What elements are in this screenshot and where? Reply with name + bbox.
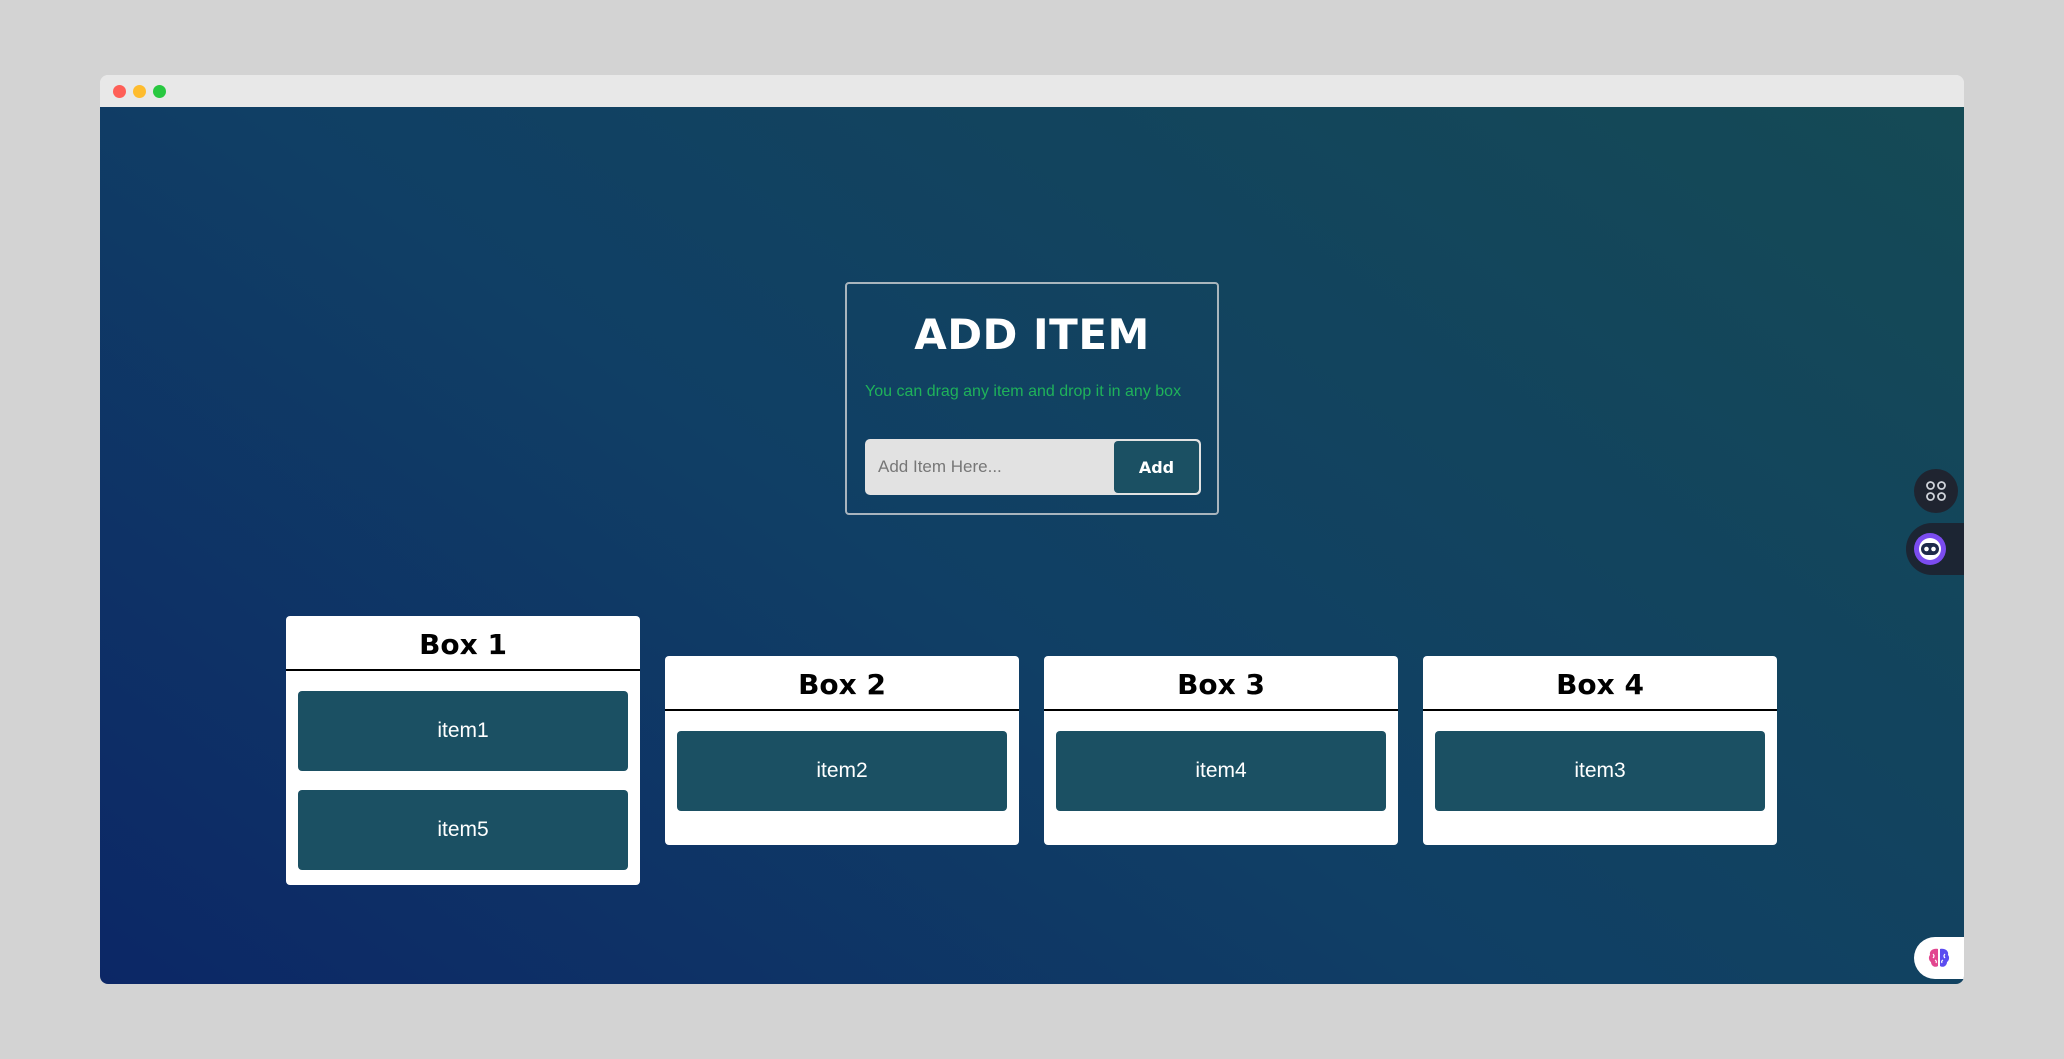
drag-drop-hint: You can drag any item and drop it in any… — [865, 383, 1182, 400]
draggable-item[interactable]: item2 — [677, 731, 1007, 811]
box-title: Box 1 — [286, 616, 640, 671]
page-viewport: ADD ITEM You can drag any item and drop … — [100, 107, 1964, 984]
box-2[interactable]: Box 2 item2 — [665, 656, 1019, 845]
box-title: Box 4 — [1423, 656, 1777, 711]
add-item-form: Add — [865, 439, 1201, 495]
add-item-input[interactable] — [865, 439, 1109, 495]
close-window-button[interactable] — [113, 85, 126, 98]
extension-brain-button[interactable] — [1914, 937, 1964, 979]
extension-assistant-button[interactable] — [1906, 523, 1964, 575]
draggable-item[interactable]: item4 — [1056, 731, 1386, 811]
brain-icon — [1928, 948, 1950, 967]
box-1[interactable]: Box 1 item1 item5 — [286, 616, 640, 885]
draggable-item[interactable]: item1 — [298, 691, 628, 771]
browser-window: ADD ITEM You can drag any item and drop … — [100, 75, 1964, 984]
add-item-button[interactable]: Add — [1114, 441, 1199, 493]
box-title: Box 3 — [1044, 656, 1398, 711]
command-icon — [1926, 481, 1946, 501]
add-item-title: ADD ITEM — [914, 310, 1150, 359]
zoom-window-button[interactable] — [153, 85, 166, 98]
extension-tool-button[interactable] — [1914, 469, 1958, 513]
draggable-item[interactable]: item3 — [1435, 731, 1765, 811]
window-titlebar — [100, 75, 1964, 107]
box-items: item4 — [1044, 711, 1398, 811]
box-3[interactable]: Box 3 item4 — [1044, 656, 1398, 845]
minimize-window-button[interactable] — [133, 85, 146, 98]
draggable-item[interactable]: item5 — [298, 790, 628, 870]
box-title: Box 2 — [665, 656, 1019, 711]
robot-face-icon — [1914, 533, 1946, 565]
box-items: item2 — [665, 711, 1019, 811]
box-4[interactable]: Box 4 item3 — [1423, 656, 1777, 845]
box-items: item3 — [1423, 711, 1777, 811]
add-item-card: ADD ITEM You can drag any item and drop … — [845, 282, 1219, 515]
box-items: item1 item5 — [286, 671, 640, 870]
